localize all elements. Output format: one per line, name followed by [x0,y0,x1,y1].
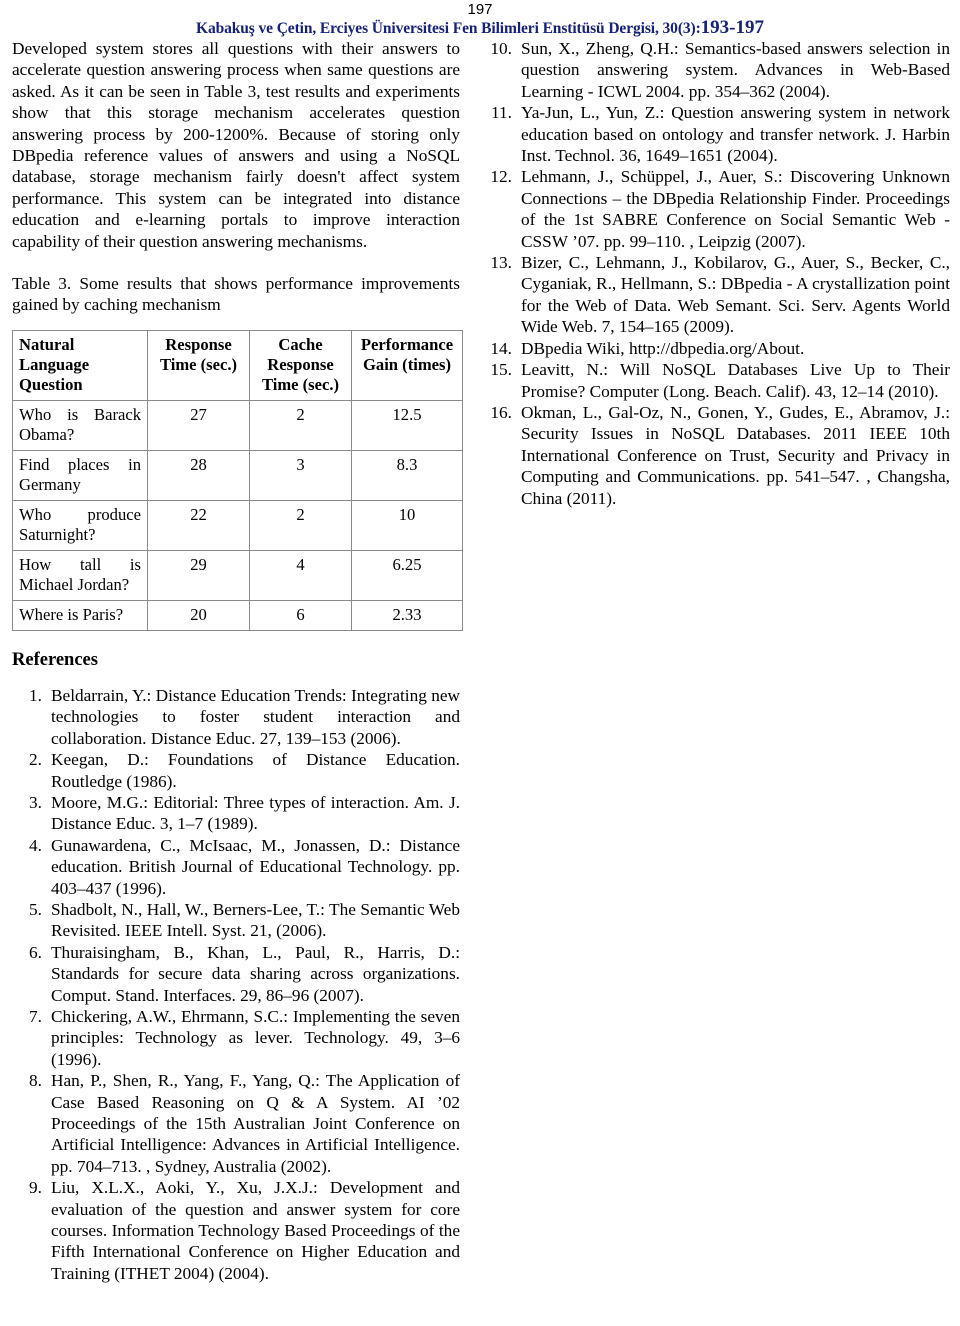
reference-number: 10. [490,39,512,58]
reference-number: 16. [490,402,512,422]
reference-number: 5. [29,899,42,919]
references-heading: References [12,649,98,670]
reference-text: Bizer, C., Lehmann, J., Kobilarov, G., A… [521,253,950,337]
cell-performance-gain: 12.5 [351,399,463,451]
reference-item: 2. Keegan, D.: Foundations of Distance Ed… [12,749,460,792]
reference-item: 13. Bizer, C., Lehmann, J., Kobilarov, G.… [480,252,950,338]
page-number: 197 [467,1,493,18]
table-row: How tall is Michael Jordan? 29 4 6.25 [12,549,463,601]
reference-number: 14. [490,338,512,358]
reference-text: Beldarrain, Y.: Distance Education Trend… [51,685,460,748]
cell-question: Who produce Saturnight? [12,499,148,551]
table-row: Who is Barack Obama? 27 2 12.5 [12,399,463,451]
reference-text: Thuraisingham, B., Khan, L., Paul, R., H… [51,942,460,1005]
table-row: Who produce Saturnight? 22 2 10 [12,499,463,551]
reference-item: 7. Chickering, A.W., Ehrmann, S.C.: Imple… [12,1006,460,1070]
reference-number: 11. [491,103,512,123]
column-header-performance-gain: Performance Gain (times) [351,329,463,401]
reference-text: Leavitt, N.: Will NoSQL Databases Live U… [521,360,950,401]
table-caption: Table 3. Some results that shows perform… [12,274,460,315]
column-header-response-time: Response Time (sec.) [147,329,250,401]
reference-text: Gunawardena, C., McIsaac, M., Jonassen, … [51,835,460,898]
reference-text: Han, P., Shen, R., Yang, F., Yang, Q.: T… [51,1071,460,1176]
cell-cache-response-time: 3 [249,449,352,501]
journal-page-range: 193-197 [700,17,764,38]
reference-number: 7. [29,1006,42,1026]
cell-question: Who is Barack Obama? [12,399,148,451]
conclusion-paragraph: Developed system stores all questions wi… [12,39,460,251]
journal-running-head: Kabakuş ve Çetin, Erciyes Üniversitesi F… [0,18,960,38]
table-row: Find places in Germany 28 3 8.3 [12,449,463,501]
reference-text: Moore, M.G.: Editorial: Three types of i… [51,792,460,834]
reference-number: 4. [29,835,42,855]
cell-response-time: 27 [147,399,250,451]
reference-number: 6. [29,942,42,962]
references-list-right: 10. Sun, X., Zheng, Q.H.: Semantics-based… [480,38,950,509]
reference-item: 5. Shadbolt, N., Hall, W., Berners-Lee, T… [12,899,460,942]
cell-performance-gain: 10 [351,499,463,551]
performance-results-table: Natural Language Question Response Time … [12,329,463,631]
right-column: 10. Sun, X., Zheng, Q.H.: Semantics-based… [472,38,960,1284]
reference-number: 2. [29,750,42,770]
column-header-cache-response-time: Cache Response Time (sec.) [249,329,352,401]
cell-response-time: 28 [147,449,250,501]
reference-item: 16. Okman, L., Gal-Oz, N., Gonen, Y., Gud… [480,402,950,509]
cell-performance-gain: 2.33 [351,599,463,631]
reference-text: Shadbolt, N., Hall, W., Berners-Lee, T.:… [51,899,460,941]
cell-cache-response-time: 4 [249,549,352,601]
cell-cache-response-time: 6 [249,599,352,631]
journal-citation-text: Kabakuş ve Çetin, Erciyes Üniversitesi F… [195,20,696,37]
reference-number: 1. [29,685,42,705]
reference-number: 3. [29,792,42,812]
cell-response-time: 20 [147,599,250,631]
cell-performance-gain: 8.3 [351,449,463,501]
cell-response-time: 29 [147,549,250,601]
reference-text: Sun, X., Zheng, Q.H.: Semantics-based an… [521,39,950,101]
reference-item: 1. Beldarrain, Y.: Distance Education Tre… [12,685,460,749]
reference-text: Keegan, D.: Foundations of Distance Educ… [51,750,460,791]
cell-cache-response-time: 2 [249,399,352,451]
table-row: Where is Paris? 20 6 2.33 [12,599,463,631]
cell-performance-gain: 6.25 [351,549,463,601]
reference-number: 13. [490,253,512,273]
cell-response-time: 22 [147,499,250,551]
reference-number: 9. [29,1178,42,1198]
reference-item: 9. Liu, X.L.X., Aoki, Y., Xu, J.X.J.: Dev… [12,1177,460,1284]
table-header-row: Natural Language Question Response Time … [12,329,463,401]
reference-number: 8. [29,1071,42,1091]
reference-item: 15. Leavitt, N.: Will NoSQL Databases Liv… [480,359,950,402]
cell-question: Where is Paris? [12,599,148,631]
cell-question: How tall is Michael Jordan? [12,549,148,601]
cell-question: Find places in Germany [12,449,148,501]
two-column-body: Developed system stores all questions wi… [0,38,960,1284]
reference-text: Chickering, A.W., Ehrmann, S.C.: Impleme… [51,1006,460,1069]
reference-text: Liu, X.L.X., Aoki, Y., Xu, J.X.J.: Devel… [51,1178,460,1283]
reference-item: 8. Han, P., Shen, R., Yang, F., Yang, Q.:… [12,1070,460,1177]
column-header-question: Natural Language Question [12,329,148,401]
reference-item: 10. Sun, X., Zheng, Q.H.: Semantics-based… [480,38,950,102]
reference-item: 14. DBpedia Wiki, http://dbpedia.org/Abou… [480,338,950,359]
reference-text: Okman, L., Gal-Oz, N., Gonen, Y., Gudes,… [521,402,950,508]
reference-text: Lehmann, J., Schüppel, J., Auer, S.: Dis… [521,167,950,251]
reference-text: Ya-Jun, L., Yun, Z.: Question answering … [521,103,950,166]
reference-number: 12. [490,167,512,187]
reference-item: 11. Ya-Jun, L., Yun, Z.: Question answeri… [480,102,950,166]
reference-item: 4. Gunawardena, C., McIsaac, M., Jonassen… [12,835,460,899]
reference-text: DBpedia Wiki, http://dbpedia.org/About. [521,338,805,358]
cell-cache-response-time: 2 [249,499,352,551]
reference-number: 15. [490,360,512,380]
reference-item: 3. Moore, M.G.: Editorial: Three types of… [12,792,460,835]
reference-item: 6. Thuraisingham, B., Khan, L., Paul, R.,… [12,942,460,1006]
references-list-left: 1. Beldarrain, Y.: Distance Education Tre… [12,685,460,1284]
left-column: Developed system stores all questions wi… [0,38,472,1284]
reference-item: 12. Lehmann, J., Schüppel, J., Auer, S.: … [480,166,950,252]
